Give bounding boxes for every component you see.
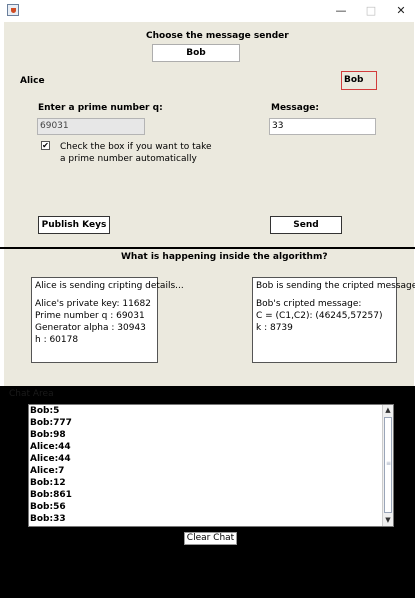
scroll-thumb[interactable]: ≡ bbox=[384, 417, 392, 513]
auto-prime-label-line2: a prime number automatically bbox=[60, 154, 197, 164]
chat-area[interactable]: Bob:5 Bob:777 Bob:98 Alice:44 Alice:44 A… bbox=[28, 404, 394, 527]
prime-label: Enter a prime number q: bbox=[38, 103, 163, 113]
java-app-icon bbox=[7, 4, 19, 16]
bob-details-title: Bob is sending the cripted message... bbox=[256, 281, 415, 291]
sender-toggle-button[interactable]: Bob bbox=[152, 44, 240, 62]
chat-message: Bob:861 bbox=[30, 490, 72, 500]
chat-message: Bob:98 bbox=[30, 430, 66, 440]
message-label: Message: bbox=[271, 103, 319, 113]
publish-keys-button[interactable]: Publish Keys bbox=[38, 216, 110, 234]
alice-h-value: h : 60178 bbox=[35, 335, 79, 345]
send-button[interactable]: Send bbox=[270, 216, 342, 234]
close-button[interactable]: ✕ bbox=[386, 0, 415, 22]
bob-cripted-message-label: Bob's cripted message: bbox=[256, 299, 362, 309]
chat-message: Bob:5 bbox=[30, 406, 60, 416]
bob-label: Bob bbox=[341, 71, 377, 90]
checkmark-icon: ✔ bbox=[42, 141, 49, 150]
alice-generator-alpha: Generator alpha : 30943 bbox=[35, 323, 146, 333]
chat-scrollbar[interactable]: ▲ ≡ ▼ bbox=[382, 405, 393, 526]
bob-k-value: k : 8739 bbox=[256, 323, 293, 333]
maximize-button[interactable]: □ bbox=[356, 0, 386, 22]
chat-area-label: Chat Area bbox=[9, 389, 54, 399]
prime-input[interactable]: 69031 bbox=[37, 118, 145, 135]
chat-message: Bob:12 bbox=[30, 478, 66, 488]
alice-private-key: Alice's private key: 11682 bbox=[35, 299, 151, 309]
choose-sender-heading: Choose the message sender bbox=[146, 31, 289, 41]
alice-details-title: Alice is sending cripting details... bbox=[35, 281, 184, 291]
bob-ciphertext: C = (C1,C2): (46245,57257) bbox=[256, 311, 383, 321]
auto-prime-checkbox[interactable]: ✔ bbox=[41, 141, 50, 150]
auto-prime-label: Check the box if you want to take a prim… bbox=[60, 141, 212, 165]
chat-message: Bob:33 bbox=[30, 514, 66, 524]
alice-label: Alice bbox=[20, 76, 45, 86]
chat-message: Alice:7 bbox=[30, 466, 65, 476]
minimize-button[interactable]: — bbox=[326, 0, 356, 22]
chat-message: Alice:44 bbox=[30, 454, 71, 464]
chat-message: Alice:44 bbox=[30, 442, 71, 452]
chat-list: Bob:5 Bob:777 Bob:98 Alice:44 Alice:44 A… bbox=[29, 405, 381, 525]
alice-prime-q: Prime number q : 69031 bbox=[35, 311, 145, 321]
auto-prime-label-line1: Check the box if you want to take bbox=[60, 142, 212, 152]
clear-chat-button[interactable]: Clear Chat bbox=[184, 532, 237, 545]
scroll-down-icon[interactable]: ▼ bbox=[383, 515, 393, 525]
chat-message: Bob:56 bbox=[30, 502, 66, 512]
alice-details-box: Alice is sending cripting details... Ali… bbox=[31, 277, 184, 363]
message-input[interactable]: 33 bbox=[269, 118, 376, 135]
title-bar: — □ ✕ bbox=[0, 0, 415, 22]
algorithm-heading: What is happening inside the algorithm? bbox=[121, 252, 328, 262]
chat-message: Bob:777 bbox=[30, 418, 72, 428]
bob-details-box: Bob is sending the cripted message... Bo… bbox=[252, 277, 415, 363]
scroll-up-icon[interactable]: ▲ bbox=[383, 405, 393, 415]
